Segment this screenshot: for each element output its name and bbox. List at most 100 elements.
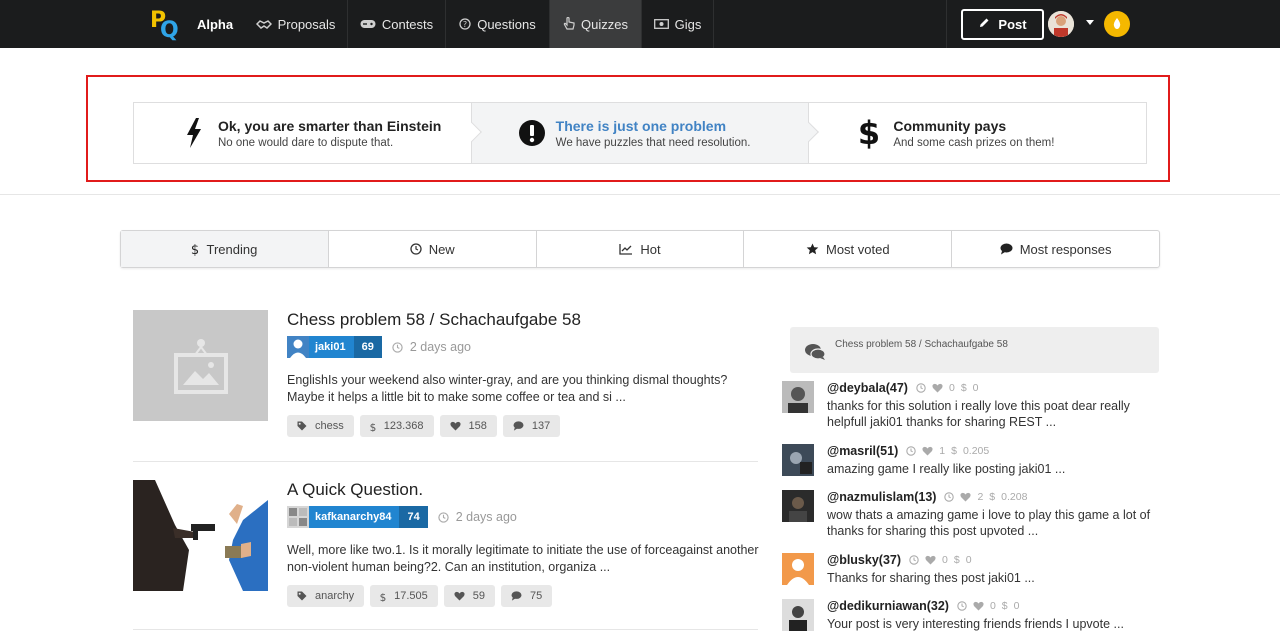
nav-item-quizzes[interactable]: Quizzes [550,0,642,48]
nav-item-contests[interactable]: Contests [348,0,446,48]
commenter-avatar[interactable] [782,553,814,585]
tag-icon [297,421,307,431]
user-menu-caret-icon[interactable] [1086,20,1094,25]
post-card: Chess problem 58 / Schachaufgabe 58 jaki… [133,310,758,440]
tag-icon [297,591,307,601]
user-avatar[interactable] [1048,11,1074,37]
svg-text:$: $ [380,592,386,602]
pencil-icon [978,17,990,32]
comment-payout: 0 [972,382,979,394]
comments-label[interactable]: 137 [502,415,561,437]
nav-brand-alpha[interactable]: Alpha [186,0,244,48]
comment-user[interactable]: @masril(51) [827,444,898,458]
comment-header: @blusky(37) 0 $ 0 [827,553,978,567]
comment-user[interactable]: @blusky(37) [827,553,901,567]
heart-icon [973,601,984,611]
tab-most-voted[interactable]: Most voted [744,231,953,267]
post-title[interactable]: A Quick Question. [287,480,423,500]
heart-icon [925,555,936,565]
dollar-icon: $ [370,421,376,432]
comment-votes: 0 [948,382,955,394]
post-title[interactable]: Chess problem 58 / Schachaufgabe 58 [287,310,581,330]
dollar-icon: $ [960,382,967,394]
nav-item-label: Questions [477,16,536,32]
comments-icon [804,343,826,366]
money-bill-icon [653,19,669,29]
author-avatar [287,336,309,358]
post-stats: chess $ 123.368 158 137 [287,415,566,437]
sidebar-comment: @deybala(47) 0 $ 0 thanks for this solut… [782,381,1162,431]
dollar-icon: $ [1001,600,1008,612]
nav-item-label: Contests [381,16,434,32]
sidebar-comment: @masril(51) 1 $ 0.205 amazing game I rea… [782,444,1162,480]
commenter-avatar[interactable] [782,444,814,476]
commenter-avatar[interactable] [782,490,814,522]
step-description: We have puzzles that need resolution. [555,136,751,149]
tab-hot[interactable]: Hot [537,231,745,267]
author-reputation: 69 [353,336,382,358]
nav-item-proposals[interactable]: Proposals [244,0,348,48]
tab-label: Most responses [1019,241,1112,257]
comment-icon [513,421,524,431]
comment-body: wow thats a amazing game i love to play … [827,508,1151,538]
comment-user[interactable]: @dedikurniawan(32) [827,599,949,613]
svg-text:$: $ [191,243,199,256]
tab-trending[interactable]: $ Trending [121,231,329,267]
post-button[interactable]: Post [961,9,1044,40]
author-label[interactable]: jaki01 69 2 days ago [287,336,471,358]
commenter-avatar[interactable] [782,381,814,413]
tag-label[interactable]: chess [287,415,354,437]
clock-icon [957,601,967,611]
nav-item-label: Gigs [674,16,702,32]
step-title: Ok, you are smarter than Einstein [218,117,442,134]
payout-text: 17.505 [394,590,428,602]
sidebar-comment: @dedikurniawan(32) 0 $ 0 Your post is ve… [782,599,1162,632]
comment-user[interactable]: @deybala(47) [827,381,908,395]
comment-votes: 0 [942,554,948,566]
dollar-icon: $ [989,491,996,503]
clock-icon [916,383,926,393]
post-button-label: Post [998,17,1027,32]
nav-item-questions[interactable]: ? Questions [446,0,550,48]
commenter-avatar[interactable] [782,599,814,631]
clock-icon [906,446,916,456]
author-label[interactable]: kafkanarchy84 74 2 days ago [287,506,517,528]
sidebar-comments-header[interactable]: Chess problem 58 / Schachaufgabe 58 [790,327,1159,373]
comment-payout: 0.208 [1001,491,1028,503]
tab-new[interactable]: New [329,231,537,267]
nav-divider [946,0,947,48]
comment-header: @dedikurniawan(32) 0 $ 0 [827,599,1025,613]
site-logo[interactable]: PQ [150,6,179,43]
nav-item-gigs[interactable]: Gigs [642,0,714,48]
tag-text: anarchy [315,590,355,602]
lightning-icon [178,117,210,149]
payout-text: 123.368 [383,420,424,432]
tag-label[interactable]: anarchy [287,585,365,607]
tab-label: Most voted [825,241,890,257]
post-thumbnail[interactable] [133,480,268,591]
clock-icon [944,492,955,502]
comment-body: amazing game I really like posting jaki0… [827,462,1066,476]
line-chart-icon [619,243,633,255]
comment-payout: 0.205 [962,445,990,457]
clock-icon [410,243,422,255]
svg-text:$: $ [370,422,376,432]
votes-label[interactable]: 59 [443,585,496,607]
heart-icon [449,421,461,431]
comment-icon [1000,243,1013,255]
author-avatar [287,506,309,528]
step-problem: There is just one problem We have puzzle… [471,103,820,163]
comment-user[interactable]: @nazmulislam(13) [827,490,936,504]
sidebar-comment: @blusky(37) 0 $ 0 Thanks for sharing the… [782,553,1162,589]
wallet-coin-icon[interactable] [1104,11,1130,37]
comment-header: @deybala(47) 0 $ 0 [827,381,985,395]
votes-label[interactable]: 158 [439,415,497,437]
tab-label: Trending [206,241,258,257]
post-thumbnail-placeholder[interactable] [133,310,268,421]
comments-label[interactable]: 75 [501,585,553,607]
post-card: A Quick Question. kafkanarchy84 74 2 day… [133,480,759,610]
top-navbar: PQ Alpha Proposals Contests ? Questions … [0,0,1280,48]
section-divider [0,194,1280,195]
tab-most-responses[interactable]: Most responses [952,231,1159,267]
comments-text: 75 [530,590,543,602]
